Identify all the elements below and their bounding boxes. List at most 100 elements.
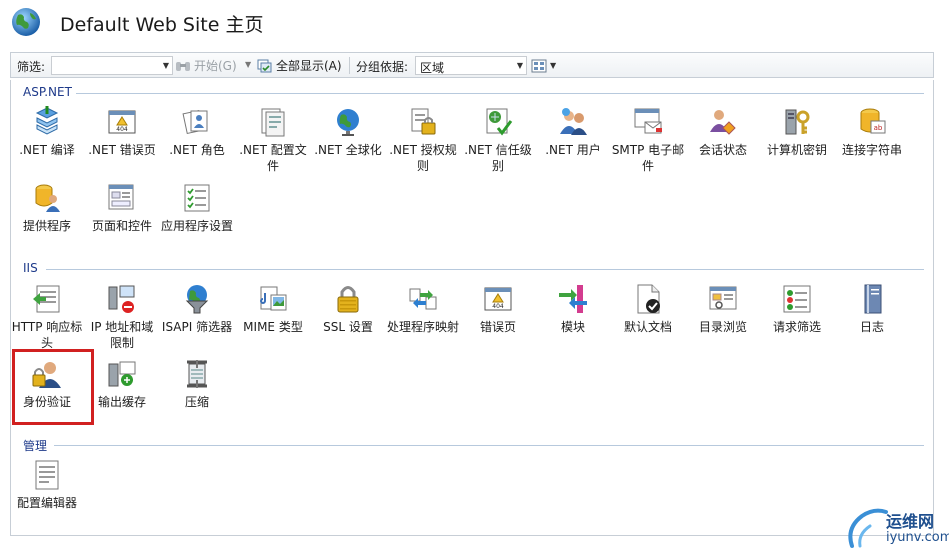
feature-item[interactable]: 压缩 (160, 358, 234, 410)
feature-item[interactable]: SSL 设置 (311, 283, 385, 335)
svg-text:ab: ab (874, 124, 883, 132)
feature-label: HTTP 响应标头 (11, 320, 83, 350)
toolbar-separator (349, 57, 350, 74)
feature-item[interactable]: .NET 信任级别 (461, 106, 535, 174)
feature-label: 计算机密钥 (766, 143, 827, 157)
feature-label: .NET 授权规则 (389, 143, 457, 173)
error-pages-icon: 404 (484, 287, 512, 311)
feature-label: .NET 角色 (169, 143, 225, 157)
group-divider (76, 93, 924, 94)
page-header: Default Web Site 主页 (0, 0, 949, 46)
filter-input[interactable]: ▼ (51, 56, 173, 75)
profile-icon (261, 108, 285, 137)
feature-item[interactable]: .NET 用户 (536, 106, 610, 158)
feature-item[interactable]: 计算机密钥 (760, 106, 834, 158)
ssl-lock-icon (337, 286, 359, 313)
feature-item[interactable]: IP 地址和域限制 (85, 283, 159, 351)
feature-label: 模块 (560, 320, 585, 334)
feature-label: 目录浏览 (698, 320, 747, 334)
feature-item[interactable]: 处理程序映射 (386, 283, 460, 335)
feature-item[interactable]: .NET 全球化 (311, 106, 385, 158)
feature-label: SMTP 电子邮件 (611, 143, 685, 173)
feature-item[interactable]: 目录浏览 (686, 283, 760, 335)
feature-label: .NET 信任级别 (464, 143, 532, 173)
show-all-button[interactable]: 全部显示(A) (257, 56, 342, 75)
globalization-icon (337, 109, 359, 136)
filter-toolbar: 筛选: ▼ 开始(G) ▼ 全部显示(A) 分组依据: 区域 ▼ ▼ (10, 52, 934, 78)
feature-label: 页面和控件 (91, 219, 152, 233)
start-dropdown-icon[interactable]: ▼ (245, 60, 251, 69)
feature-label: .NET 用户 (545, 143, 601, 157)
watermark-text: 运维网 (886, 512, 935, 531)
feature-item[interactable]: 应用程序设置 (160, 182, 234, 234)
feature-item[interactable]: 提供程序 (10, 182, 84, 234)
feature-label: 应用程序设置 (160, 219, 233, 233)
chevron-down-icon[interactable]: ▼ (163, 61, 169, 70)
ip-restrictions-icon (108, 285, 135, 313)
feature-item[interactable]: 配置编辑器 (10, 459, 84, 511)
feature-item[interactable]: .NET 授权规则 (386, 106, 460, 174)
handler-mappings-icon (409, 288, 437, 310)
feature-label: MIME 类型 (243, 320, 303, 334)
directory-browsing-icon (709, 286, 737, 310)
show-all-icon (257, 59, 272, 72)
feature-item[interactable]: .NET 编译 (10, 106, 84, 158)
filter-label: 筛选: (17, 60, 46, 74)
feature-item[interactable]: 默认文档 (611, 283, 685, 335)
feature-label: IP 地址和域限制 (90, 320, 154, 350)
feature-label: 请求筛选 (772, 320, 821, 334)
show-all-label: 全部显示(A) (276, 59, 342, 73)
feature-item[interactable]: HTTP 响应标头 (10, 283, 84, 351)
feature-item[interactable]: 日志 (835, 283, 909, 335)
feature-label: 日志 (859, 320, 884, 334)
feature-item[interactable]: ISAPI 筛选器 (160, 283, 234, 335)
feature-label: .NET 错误页 (88, 143, 156, 157)
highlight-box (12, 349, 94, 425)
feature-item[interactable]: 404 .NET 错误页 (85, 106, 159, 158)
group-title-management[interactable]: 管理 (23, 437, 47, 454)
group-by-value: 区域 (420, 61, 445, 75)
feature-label: SSL 设置 (323, 320, 373, 334)
feature-item[interactable]: .NET 配置文件 (236, 106, 310, 174)
view-grid-icon (531, 59, 547, 72)
smtp-icon (634, 108, 662, 134)
view-button[interactable]: ▼ (531, 56, 556, 75)
globe-icon (12, 8, 40, 36)
feature-item[interactable]: 会话状态 (686, 106, 760, 158)
svg-text:404: 404 (492, 303, 504, 310)
start-button[interactable]: 开始(G) (175, 56, 237, 75)
trust-level-icon (486, 108, 513, 136)
feature-label: 会话状态 (698, 143, 747, 157)
users-icon (560, 108, 587, 135)
feature-label: 处理程序映射 (386, 320, 459, 334)
feature-item[interactable]: .NET 角色 (160, 106, 234, 158)
mime-types-icon (260, 286, 287, 311)
feature-item[interactable]: SMTP 电子邮件 (611, 106, 685, 174)
feature-label: 错误页 (479, 320, 516, 334)
authorization-icon (411, 108, 436, 135)
chevron-down-icon[interactable]: ▼ (517, 61, 523, 70)
binoculars-icon (176, 61, 190, 71)
feature-item[interactable]: 请求筛选 (760, 283, 834, 335)
view-dropdown-icon[interactable]: ▼ (550, 61, 556, 70)
output-caching-icon (108, 361, 136, 387)
group-title-aspnet[interactable]: ASP.NET (23, 85, 72, 99)
group-by-select[interactable]: 区域 ▼ (415, 56, 527, 75)
feature-item[interactable]: 404 错误页 (461, 283, 535, 335)
feature-item[interactable]: 输出缓存 (85, 358, 159, 410)
feature-item[interactable]: 页面和控件 (85, 182, 159, 234)
http-headers-icon (33, 285, 60, 313)
feature-item[interactable]: 模块 (536, 283, 610, 335)
group-divider (46, 269, 924, 270)
group-divider (54, 445, 924, 446)
feature-label: .NET 全球化 (314, 143, 382, 157)
feature-item[interactable]: MIME 类型 (236, 283, 310, 335)
feature-label: 配置编辑器 (16, 496, 77, 510)
group-title-iis[interactable]: IIS (23, 261, 38, 275)
watermark-url: iyunv.com (886, 530, 949, 545)
feature-label: 输出缓存 (97, 395, 146, 409)
feature-label: 默认文档 (623, 320, 672, 334)
feature-item[interactable]: ab 连接字符串 (835, 106, 909, 158)
feature-label: 连接字符串 (841, 143, 902, 157)
session-state-icon (710, 110, 736, 135)
